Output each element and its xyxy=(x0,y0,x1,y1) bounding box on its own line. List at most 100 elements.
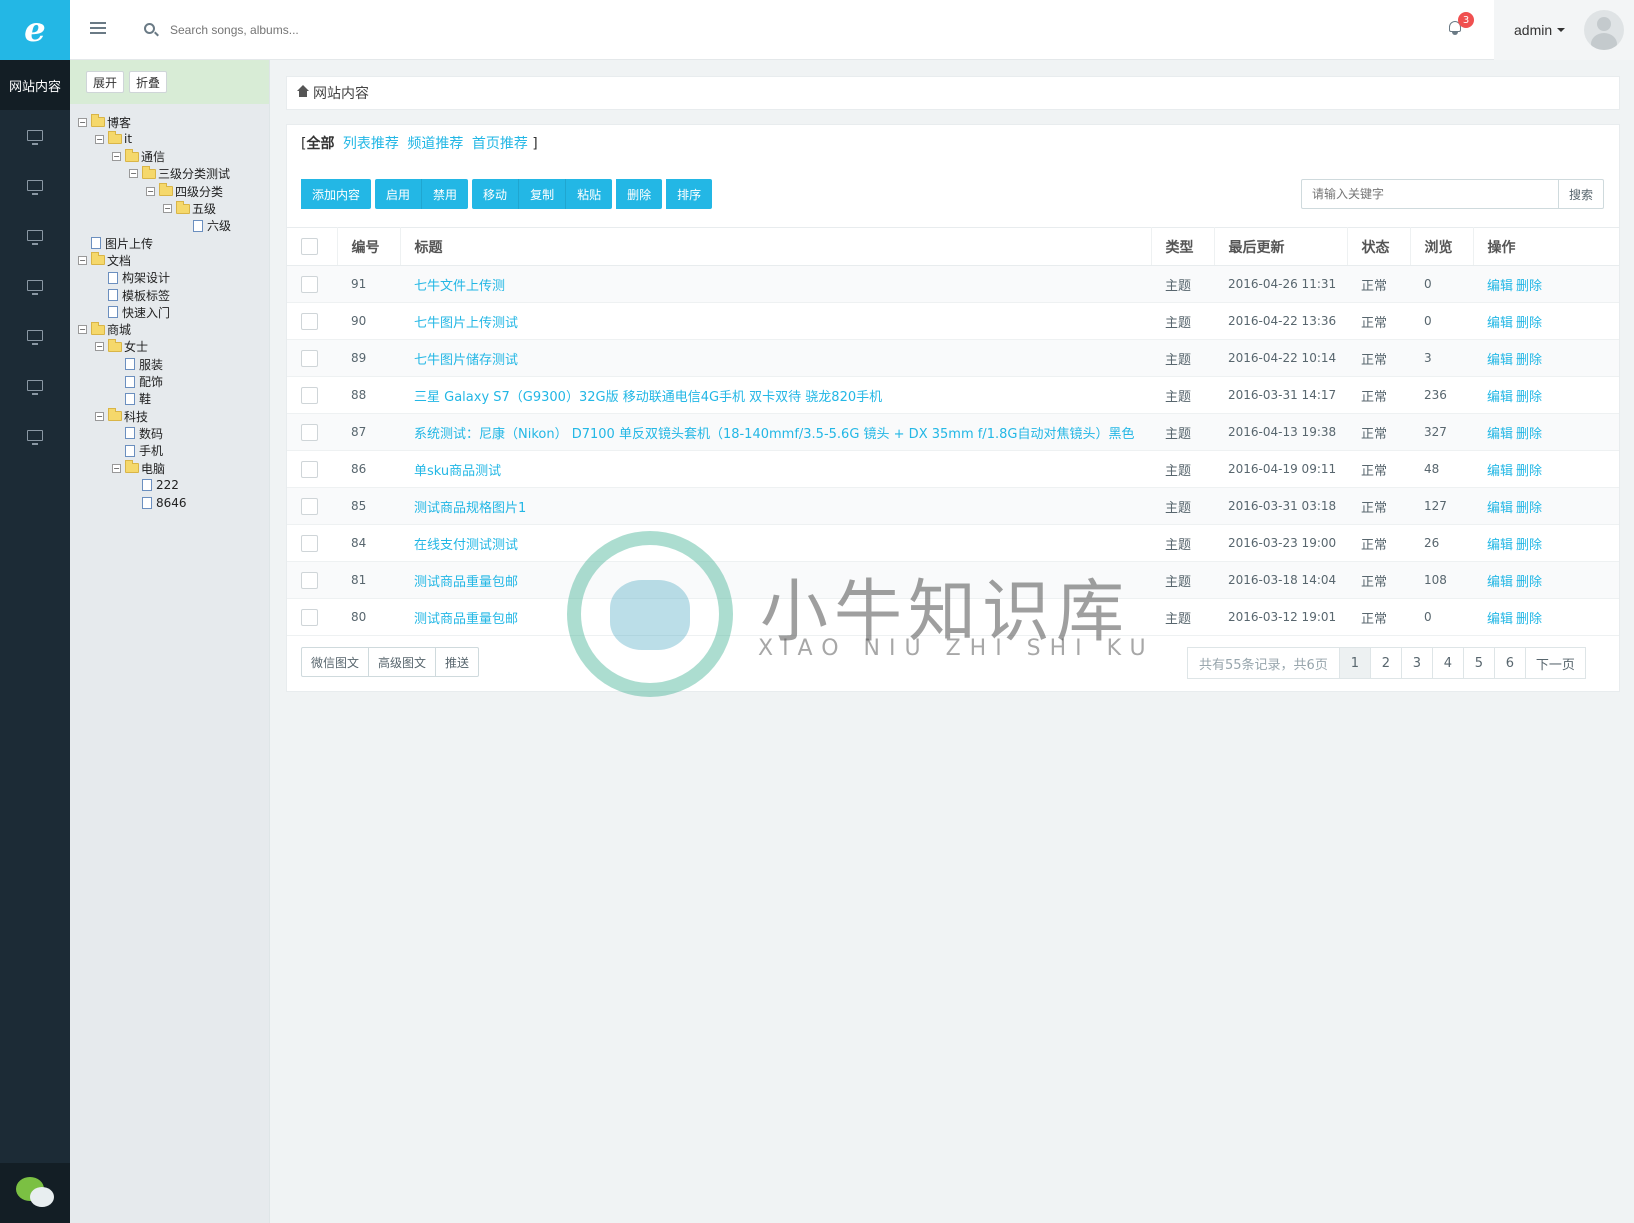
tree-node-label[interactable]: 电脑 xyxy=(141,460,165,477)
tree-node-label[interactable]: 科技 xyxy=(124,408,148,425)
rail-item-1[interactable] xyxy=(0,110,70,160)
tree-node[interactable]: − 文档 xyxy=(78,252,131,268)
filter-home-recommend[interactable]: 首页推荐 xyxy=(472,136,528,152)
tree-node[interactable]: − 博客 xyxy=(78,114,131,130)
row-checkbox[interactable] xyxy=(301,608,318,626)
rail-item-7[interactable] xyxy=(0,410,70,460)
tree-node[interactable]: 鞋 xyxy=(112,391,151,407)
row-delete-link[interactable]: 删除 xyxy=(1516,464,1542,479)
menu-toggle-icon[interactable] xyxy=(90,22,106,36)
rail-item-4[interactable] xyxy=(0,260,70,310)
tree-node-label[interactable]: 鞋 xyxy=(139,390,151,407)
page-button[interactable]: 3 xyxy=(1400,647,1433,679)
disable-button[interactable]: 禁用 xyxy=(422,179,469,209)
tree-node[interactable]: 222 xyxy=(129,477,179,493)
tree-node[interactable]: 六级 xyxy=(180,218,231,234)
user-menu[interactable]: admin xyxy=(1494,0,1634,60)
tree-node[interactable]: − 电脑 xyxy=(112,460,165,476)
page-button[interactable]: 5 xyxy=(1462,647,1495,679)
delete-button[interactable]: 删除 xyxy=(616,179,663,209)
tree-node[interactable]: 服装 xyxy=(112,356,163,372)
tree-toggle-icon[interactable]: − xyxy=(146,186,155,196)
tree-node-label[interactable]: 配饰 xyxy=(139,373,163,390)
tree-node[interactable]: 快速入门 xyxy=(95,304,170,320)
home-icon[interactable] xyxy=(297,85,309,98)
tree-node[interactable]: − 女士 xyxy=(95,338,148,355)
tree-node-label[interactable]: 六级 xyxy=(207,217,231,234)
row-edit-link[interactable]: 编辑 xyxy=(1487,538,1513,553)
tree-node-label[interactable]: 五级 xyxy=(192,200,216,217)
tree-node[interactable]: 图片上传 xyxy=(78,235,153,251)
tree-toggle-icon[interactable]: − xyxy=(78,255,87,265)
row-delete-link[interactable]: 删除 xyxy=(1516,390,1542,405)
tree-node[interactable]: 手机 xyxy=(112,443,163,459)
tree-node-label[interactable]: 四级分类 xyxy=(175,183,223,200)
row-edit-link[interactable]: 编辑 xyxy=(1487,316,1513,331)
advanced-article-button[interactable]: 高级图文 xyxy=(368,647,437,677)
select-all-checkbox[interactable] xyxy=(301,238,318,255)
tree-node-label[interactable]: 博客 xyxy=(107,114,131,131)
tree-node-label[interactable]: 商城 xyxy=(107,321,131,338)
col-views[interactable]: 浏览 xyxy=(1410,227,1474,266)
keyword-search-button[interactable]: 搜索 xyxy=(1558,179,1604,209)
tree-node[interactable]: 配饰 xyxy=(112,374,163,390)
row-title-link[interactable]: 系统测试：尼康（Nikon） D7100 单反双镜头套机（18-140mmf/3… xyxy=(414,427,1134,442)
row-edit-link[interactable]: 编辑 xyxy=(1487,353,1513,368)
row-checkbox[interactable] xyxy=(301,275,318,293)
tree-node-label[interactable]: 图片上传 xyxy=(105,235,153,252)
tree-toggle-icon[interactable]: − xyxy=(95,411,104,421)
row-delete-link[interactable]: 删除 xyxy=(1516,427,1542,442)
row-title-link[interactable]: 七牛文件上传测 xyxy=(414,279,505,294)
move-button[interactable]: 移动 xyxy=(472,179,520,209)
row-edit-link[interactable]: 编辑 xyxy=(1487,575,1513,590)
row-title-link[interactable]: 三星 Galaxy S7（G9300）32G版 移动联通电信4G手机 双卡双待 … xyxy=(414,390,882,405)
row-checkbox[interactable] xyxy=(301,571,318,589)
tree-node[interactable]: − 商城 xyxy=(78,321,131,338)
page-button[interactable]: 1 xyxy=(1338,647,1371,679)
row-edit-link[interactable]: 编辑 xyxy=(1487,390,1513,405)
row-title-link[interactable]: 七牛图片上传测试 xyxy=(414,316,518,331)
tree-node[interactable]: 构架设计 xyxy=(95,270,170,286)
row-checkbox[interactable] xyxy=(301,534,318,552)
wechat-article-button[interactable]: 微信图文 xyxy=(301,647,370,677)
row-edit-link[interactable]: 编辑 xyxy=(1487,279,1513,294)
row-title-link[interactable]: 测试商品重量包邮 xyxy=(414,612,518,627)
row-edit-link[interactable]: 编辑 xyxy=(1487,612,1513,627)
rail-item-2[interactable] xyxy=(0,160,70,210)
row-checkbox[interactable] xyxy=(301,349,318,367)
tree-toggle-icon[interactable]: − xyxy=(112,463,121,473)
tree-node-label[interactable]: 222 xyxy=(156,478,179,492)
tree-node-label[interactable]: 手机 xyxy=(139,442,163,459)
page-button[interactable]: 4 xyxy=(1431,647,1464,679)
col-id[interactable]: 编号 xyxy=(337,227,401,266)
tree-node-label[interactable]: it xyxy=(124,132,132,146)
filter-list-recommend[interactable]: 列表推荐 xyxy=(343,136,399,152)
tree-toggle-icon[interactable]: − xyxy=(112,152,121,162)
copy-button[interactable]: 复制 xyxy=(519,179,567,209)
col-type[interactable]: 类型 xyxy=(1151,227,1215,266)
tree-node-label[interactable]: 数码 xyxy=(139,425,163,442)
filter-all[interactable]: 全部 xyxy=(306,136,334,152)
tree-toggle-icon[interactable]: − xyxy=(129,169,138,179)
tree-toggle-icon[interactable]: − xyxy=(95,134,104,144)
tree-toggle-icon[interactable]: − xyxy=(78,325,87,335)
tree-node-label[interactable]: 模板标签 xyxy=(122,287,170,304)
tree-node-label[interactable]: 女士 xyxy=(124,338,148,355)
row-edit-link[interactable]: 编辑 xyxy=(1487,427,1513,442)
global-search-input[interactable] xyxy=(170,18,470,42)
tree-node[interactable]: − 通信 xyxy=(112,148,165,165)
row-edit-link[interactable]: 编辑 xyxy=(1487,501,1513,516)
sort-button[interactable]: 排序 xyxy=(666,179,713,209)
tree-node[interactable]: − 三级分类测试 xyxy=(129,165,230,182)
row-title-link[interactable]: 七牛图片储存测试 xyxy=(414,353,518,368)
add-content-button[interactable]: 添加内容 xyxy=(301,179,372,209)
row-checkbox[interactable] xyxy=(301,423,318,441)
tree-node-label[interactable]: 文档 xyxy=(107,252,131,269)
tree-node-label[interactable]: 快速入门 xyxy=(122,304,170,321)
next-page-button[interactable]: 下一页 xyxy=(1524,647,1586,679)
paste-button[interactable]: 粘贴 xyxy=(566,179,613,209)
tree-toggle-icon[interactable]: − xyxy=(95,342,104,352)
row-delete-link[interactable]: 删除 xyxy=(1516,612,1542,627)
rail-item-5[interactable] xyxy=(0,310,70,360)
collapse-all-button[interactable]: 折叠 xyxy=(129,71,168,93)
